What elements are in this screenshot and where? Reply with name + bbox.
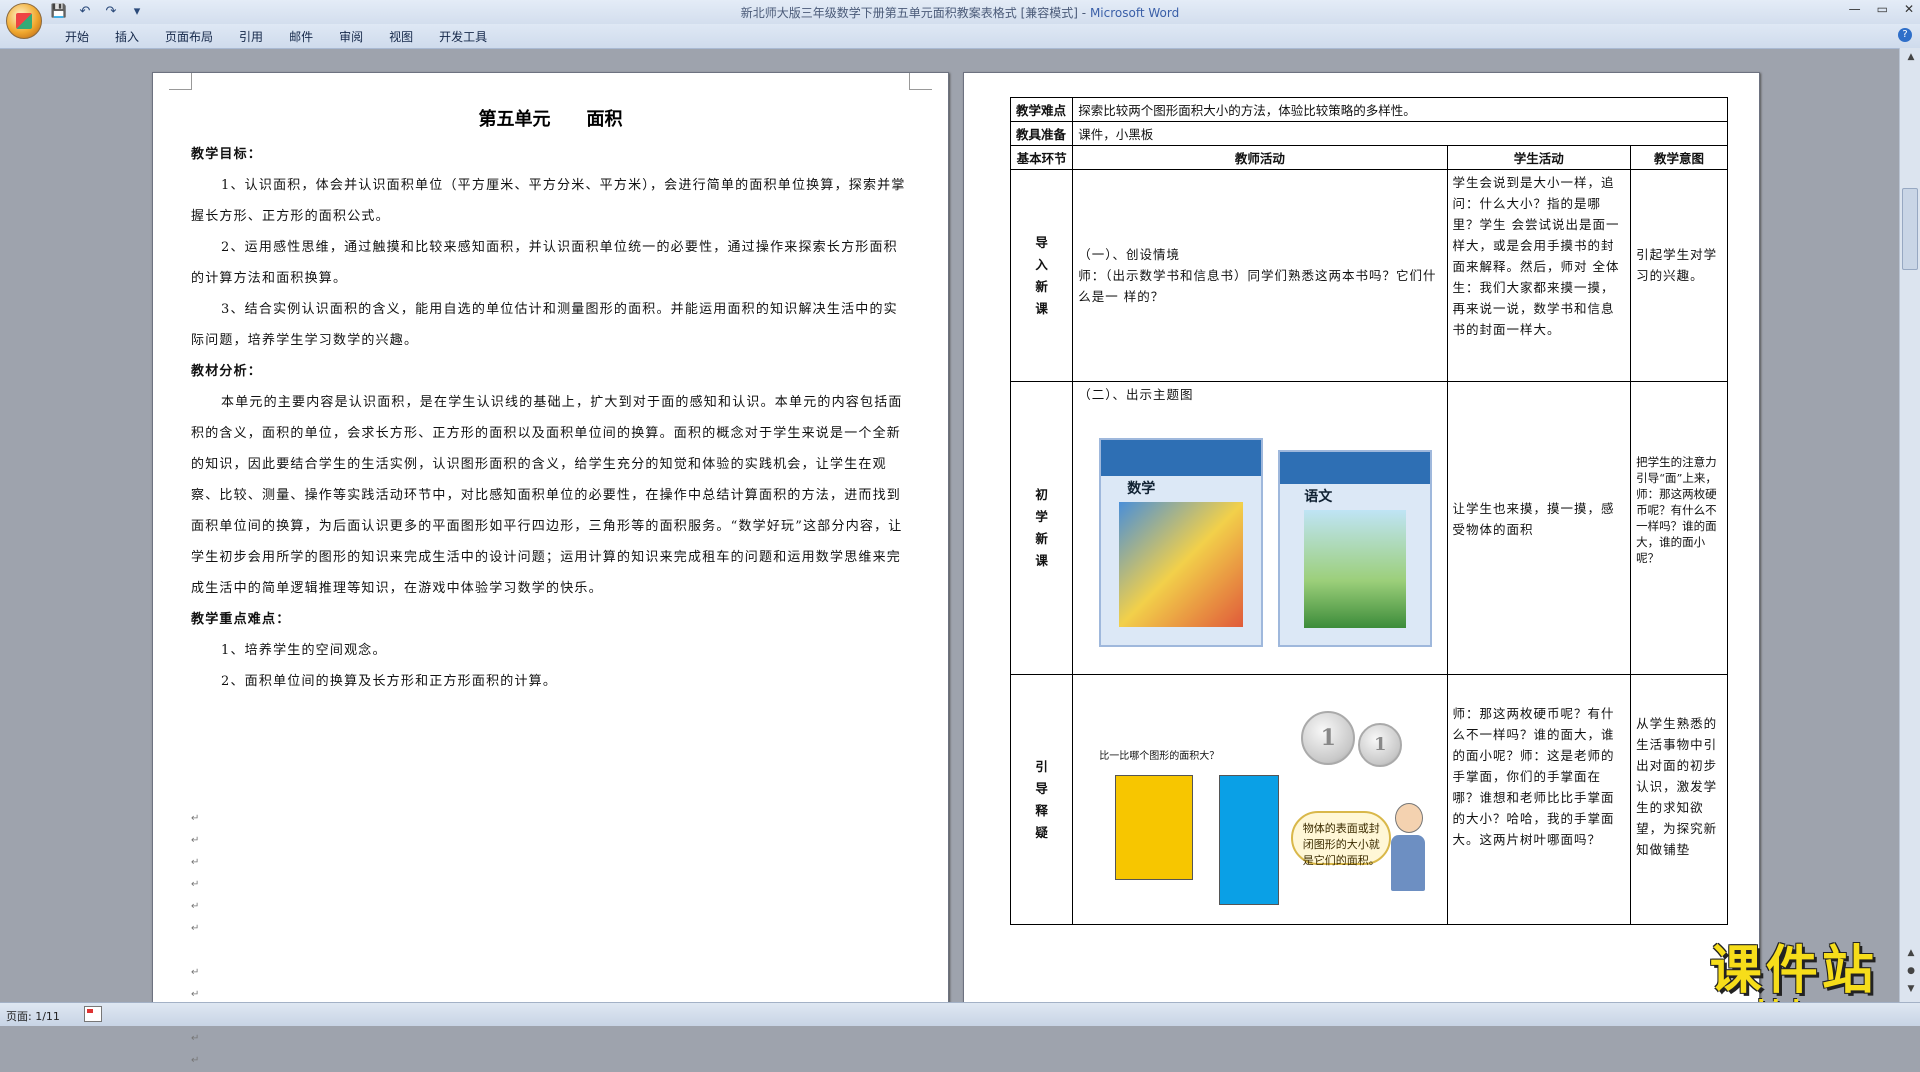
key-point-item: 2、面积单位间的换算及长方形和正方形面积的计算。 [221,674,558,689]
difficulty-text: 探索比较两个图形面积大小的方法，体验比较策略的多样性。 [1072,97,1728,122]
teacher-activity: 比一比哪个图形的面积大？ 1 1 物体的表面或封闭图形的大小就是它们的面积。 [1072,674,1448,925]
crop-mark [169,73,192,90]
chinese-book-title: 语文 [1304,489,1333,505]
table-header-row: 基本环节 教师活动 学生活动 教学意图 [1009,145,1728,170]
tools-text: 课件，小黑板 [1072,121,1728,146]
definition-bubble: 物体的表面或封闭图形的大小就是它们的面积。 [1291,811,1392,867]
stage-cell: 初学新课 [1009,381,1074,675]
window-title: 新北师大版三年级数学下册第五单元面积教案表格式 [兼容模式] - Microso… [740,6,1180,20]
tab-home[interactable]: 开始 [52,28,102,45]
crop-mark [909,73,932,90]
stage-label: 初学新课 [1035,487,1048,568]
stage-cell: 引导释疑 [1009,674,1074,925]
title-bar: 💾 ↶ ↷ ▾ 新北师大版三年级数学下册第五单元面积教案表格式 [兼容模式] -… [0,0,1920,25]
table-row: 导入新课 （一）、创设情境 师：（出示数学书和信息书）同学们熟悉这两本书吗？它们… [1009,169,1728,382]
blue-rectangle [1219,775,1280,905]
document-page-1[interactable]: 第五单元 面积 教学目标： 1、认识面积，体会并认识面积单位（平方厘米、平方分米… [152,72,949,1066]
app-name: Microsoft Word [1089,6,1180,20]
student-activity: 师：那这两枚硬币呢？有什么不一样吗？谁的面大，谁的面小呢？师：这是老师的手掌面，… [1446,674,1632,925]
yellow-rectangle [1115,775,1194,880]
coin-large-icon: 1 [1301,711,1356,765]
key-point-item: 1、培养学生的空间观念。 [221,643,387,658]
lesson-plan-table: 教学难点 探索比较两个图形面积大小的方法，体验比较策略的多样性。 教具准备 课件… [1009,97,1728,925]
tab-developer[interactable]: 开发工具 [426,28,500,45]
table-row: 教具准备 课件，小黑板 [1009,121,1728,146]
math-book-image: 数学 [1099,438,1264,647]
next-page-icon[interactable]: ▼ [1905,984,1917,994]
goal-item: 1、认识面积，体会并认识面积单位（平方厘米、平方分米、平方米），会进行简单的面积… [191,178,906,224]
tab-insert[interactable]: 插入 [102,28,152,45]
table-row: 教学难点 探索比较两个图形面积大小的方法，体验比较策略的多样性。 [1009,97,1728,122]
tab-references[interactable]: 引用 [226,28,276,45]
help-icon[interactable]: ? [1898,28,1912,42]
window-controls: — ▭ ✕ [1849,2,1914,16]
tab-view[interactable]: 视图 [376,28,426,45]
column-header: 教师活动 [1072,145,1448,170]
watermark-main: 课件站 [1709,940,1878,1001]
chinese-book-image: 语文 [1278,450,1433,647]
scroll-up-icon[interactable]: ▲ [1905,52,1917,62]
coin-small-icon: 1 [1358,723,1403,767]
math-book-title: 数学 [1127,481,1156,497]
compare-caption: 比一比哪个图形的面积大？ [1099,751,1220,762]
teacher-activity: （二）、出示主题图 数学 语文 [1072,381,1448,675]
page-title: 第五单元 面积 [478,109,623,130]
paragraph-marks: ↵↵↵↵↵↵ ↵↵↵↵↵ [191,813,200,1066]
status-bar: 页面: 1/11 [0,1002,1920,1026]
tab-mailings[interactable]: 邮件 [276,28,326,45]
teacher-cartoon-icon [1391,803,1426,893]
theme-caption: （二）、出示主题图 [1078,387,1194,402]
stage-label: 引导释疑 [1035,758,1048,840]
page-body: 教学目标： 1、认识面积，体会并认识面积单位（平方厘米、平方分米、平方米），会进… [191,139,911,697]
analysis-paragraph: 本单元的主要内容是认识面积，是在学生认识线的基础上，扩大到对于面的感知和认识。本… [191,395,903,596]
table-row: 引导释疑 比一比哪个图形的面积大？ 1 1 物体的表面或封闭图形的大小就是它们的… [1009,674,1728,925]
stage-cell: 导入新课 [1009,169,1074,382]
stage-label: 导入新课 [1035,234,1048,316]
minimize-button[interactable]: — [1849,2,1861,16]
teaching-intent: 引起学生对学习的兴趣。 [1630,169,1728,382]
goals-heading: 教学目标： [191,147,263,162]
page-indicator[interactable]: 页面: 1/11 [6,1008,60,1024]
office-logo-icon [16,13,32,29]
teaching-intent: 从学生熟悉的生活事物中引出对面的初步认识，激发学生的求知欲望，为探究新知做铺垫 [1630,674,1728,925]
student-activity: 学生会说到是大小一样，追问：什么大小？指的是哪里？学生 会尝试说出是面一样大，或… [1446,169,1632,382]
column-header: 学生活动 [1446,145,1632,170]
tools-label: 教具准备 [1009,121,1074,146]
prev-page-icon[interactable]: ▲ [1905,948,1917,958]
column-header: 基本环节 [1009,145,1074,170]
close-button[interactable]: ✕ [1904,2,1914,16]
goal-item: 3、结合实例认识面积的含义，能用自选的单位估计和测量图形的面积。并能运用面积的知… [191,302,898,348]
vertical-scrollbar[interactable]: ▲ ▲ ● ▼ [1899,48,1920,1002]
teacher-activity: （一）、创设情境 师：（出示数学书和信息书）同学们熟悉这两本书吗？它们什么是一 … [1072,169,1448,382]
goal-item: 2、运用感性思维，通过触摸和比较来感知面积，并认识面积单位统一的必要性，通过操作… [191,240,898,286]
tab-review[interactable]: 审阅 [326,28,376,45]
analysis-heading: 教材分析： [191,364,263,379]
ribbon-tab-bar: 开始 插入 页面布局 引用 邮件 审阅 视图 开发工具 ? [0,24,1920,49]
teaching-intent: 把学生的注意力引导“面”上来，师：那这两枚硬币呢？有什么不一样吗？谁的面大，谁的… [1630,381,1728,675]
difficulty-label: 教学难点 [1009,97,1074,122]
scroll-thumb[interactable] [1902,188,1918,270]
document-name: 新北师大版三年级数学下册第五单元面积教案表格式 [兼容模式] [740,6,1078,20]
proofing-icon[interactable] [84,1006,102,1022]
select-browse-icon[interactable]: ● [1905,966,1917,976]
office-button[interactable] [6,3,42,39]
student-activity: 让学生也来摸，摸一摸，感受物体的面积 [1446,381,1632,675]
key-points-heading: 教学重点难点： [191,612,291,627]
column-header: 教学意图 [1630,145,1728,170]
maximize-button[interactable]: ▭ [1877,2,1888,16]
table-row: 初学新课 （二）、出示主题图 数学 语文 让学生也来摸，摸一摸，感受物体的面积 … [1009,381,1728,675]
document-page-2[interactable]: 教学难点 探索比较两个图形面积大小的方法，体验比较策略的多样性。 教具准备 课件… [963,72,1760,1006]
tab-page-layout[interactable]: 页面布局 [152,28,226,45]
